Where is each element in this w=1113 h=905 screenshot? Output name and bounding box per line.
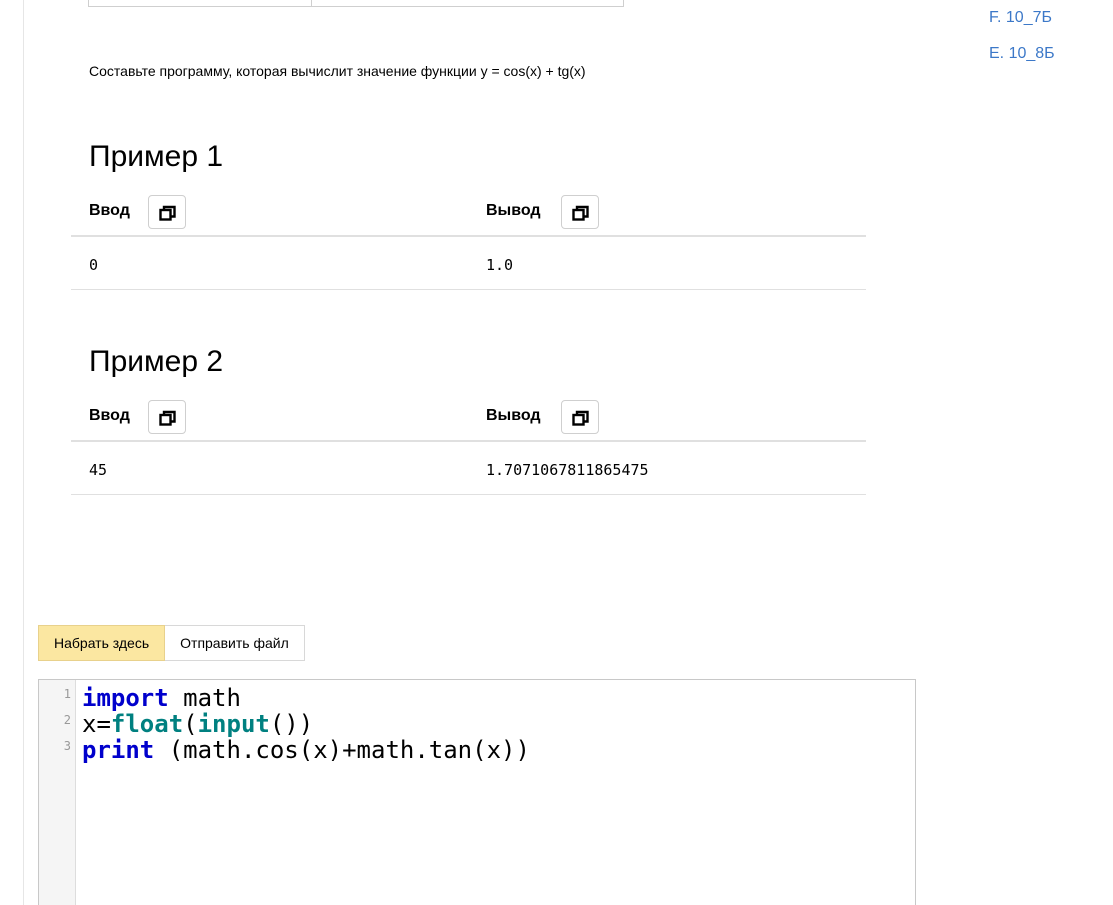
code-token: math [168,684,241,712]
content-left-border [23,0,24,905]
keyword-token: print [82,736,155,764]
example-input-value: 45 [89,461,108,479]
example-output-value: 1.7071067811865475 [486,461,649,479]
copy-icon [159,410,176,426]
code-token: (math.cos(x)+math.tan(x)) [154,736,530,764]
nav-link-f-10-7b[interactable]: F. 10_7Б [989,8,1055,28]
table-cell-divider [311,0,312,6]
output-label: Вывод [486,202,541,219]
copy-icon [159,205,176,221]
code-token: x= [82,710,111,738]
input-label: Ввод [89,407,130,424]
code-token: ()) [269,710,314,738]
builtin-token: float [110,710,184,738]
copy-output-button[interactable] [561,400,599,434]
code-line-2[interactable]: x=float(input()) [82,711,313,737]
line-number: 2 [63,713,71,727]
example-header-row: Ввод Вывод [71,191,866,237]
code-token: ( [183,710,198,738]
line-number-gutter: 1 2 3 [39,680,76,905]
input-label: Ввод [89,202,130,219]
example-header-row: Ввод Вывод [71,396,866,442]
code-editor[interactable]: 1 2 3 import math x=float(input()) print… [38,679,916,905]
code-line-3[interactable]: print (math.cos(x)+math.tan(x)) [82,737,530,763]
example-output-value: 1.0 [486,256,514,274]
output-label: Вывод [486,407,541,424]
submission-mode-tabs: Набрать здесь Отправить файл [38,625,305,661]
copy-icon [572,205,589,221]
line-number: 1 [63,687,71,701]
previous-table-fragment [88,0,624,7]
copy-output-button[interactable] [561,195,599,229]
nav-link-e-10-8b[interactable]: E. 10_8Б [989,44,1055,64]
tab-send-file[interactable]: Отправить файл [165,625,305,661]
problem-statement: Составьте программу, которая вычислит зн… [89,63,586,79]
builtin-token: input [197,710,270,738]
copy-input-button[interactable] [148,400,186,434]
example-title: Пример 1 [89,140,224,173]
example-data-row: 0 1.0 [71,237,866,290]
line-number: 3 [63,739,71,753]
tab-type-here[interactable]: Набрать здесь [38,625,166,661]
copy-input-button[interactable] [148,195,186,229]
code-line-1[interactable]: import math [82,685,241,711]
keyword-token: import [82,684,169,712]
problem-navigation: F. 10_7Б E. 10_8Б [989,8,1055,80]
example-data-row: 45 1.7071067811865475 [71,442,866,495]
example-input-value: 0 [89,256,99,274]
copy-icon [572,410,589,426]
example-title: Пример 2 [89,345,224,378]
